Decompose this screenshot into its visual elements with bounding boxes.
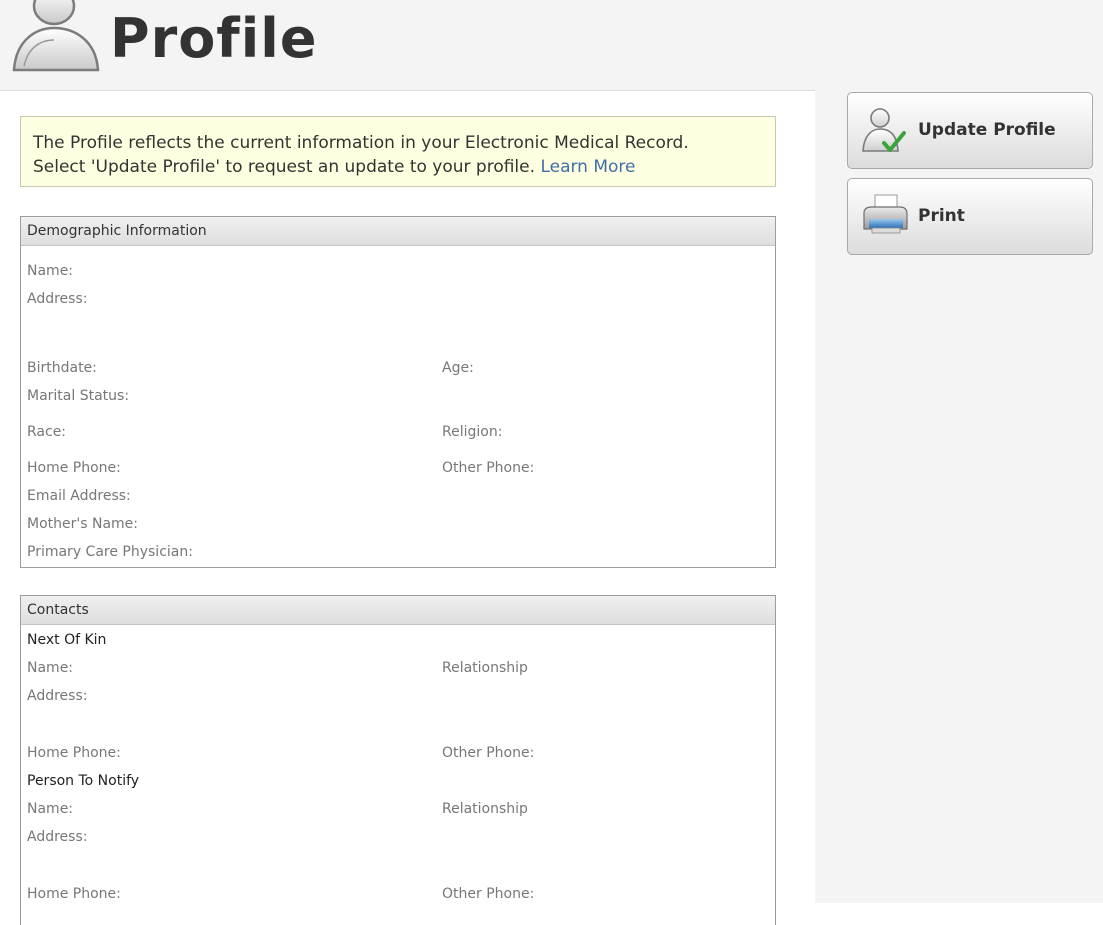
- user-check-icon: [862, 108, 906, 152]
- printer-icon: [863, 194, 908, 234]
- next-of-kin-heading: Next Of Kin: [27, 632, 107, 648]
- religion-label: Religion:: [442, 424, 503, 440]
- nok-relationship-label: Relationship: [442, 660, 528, 676]
- notice-text-line2: Select 'Update Profile' to request an up…: [33, 157, 536, 177]
- person-to-notify-heading: Person To Notify: [27, 773, 140, 789]
- name-label: Name:: [27, 263, 74, 279]
- race-label: Race:: [27, 424, 67, 440]
- nok-address-label: Address:: [27, 688, 88, 704]
- print-label: Print: [918, 206, 965, 226]
- home-phone-label: Home Phone:: [27, 460, 121, 476]
- pcp-label: Primary Care Physician:: [27, 544, 193, 560]
- ptn-name-label: Name:: [27, 801, 74, 817]
- contacts-header: Contacts: [21, 596, 775, 625]
- nok-home-phone-label: Home Phone:: [27, 745, 121, 761]
- print-button[interactable]: Print: [847, 178, 1093, 255]
- demographic-section: Demographic Information Name: Address: B…: [20, 216, 776, 568]
- ptn-home-phone-label: Home Phone:: [27, 886, 121, 902]
- nok-name-label: Name:: [27, 660, 74, 676]
- email-label: Email Address:: [27, 488, 131, 504]
- address-label: Address:: [27, 291, 88, 307]
- other-phone-label: Other Phone:: [442, 460, 535, 476]
- page-header: Profile: [0, 0, 815, 91]
- notice-text-line1: The Profile reflects the current informa…: [33, 133, 689, 153]
- actions-panel: Update Profile Print: [815, 0, 1103, 903]
- age-label: Age:: [442, 360, 474, 376]
- nok-other-phone-label: Other Phone:: [442, 745, 535, 761]
- marital-status-label: Marital Status:: [27, 388, 130, 404]
- contacts-section: Contacts Next Of Kin Name: Relationship …: [20, 595, 776, 925]
- ptn-address-label: Address:: [27, 829, 88, 845]
- update-profile-button[interactable]: Update Profile: [847, 92, 1093, 169]
- profile-notice: The Profile reflects the current informa…: [20, 116, 776, 187]
- mothers-name-label: Mother's Name:: [27, 516, 138, 532]
- ptn-relationship-label: Relationship: [442, 801, 528, 817]
- birthdate-label: Birthdate:: [27, 360, 97, 376]
- ptn-other-phone-label: Other Phone:: [442, 886, 535, 902]
- profile-icon: [12, 0, 100, 72]
- page-title: Profile: [110, 7, 318, 70]
- learn-more-link[interactable]: Learn More: [540, 157, 635, 177]
- update-profile-label: Update Profile: [918, 120, 1056, 140]
- demographic-header: Demographic Information: [21, 217, 775, 246]
